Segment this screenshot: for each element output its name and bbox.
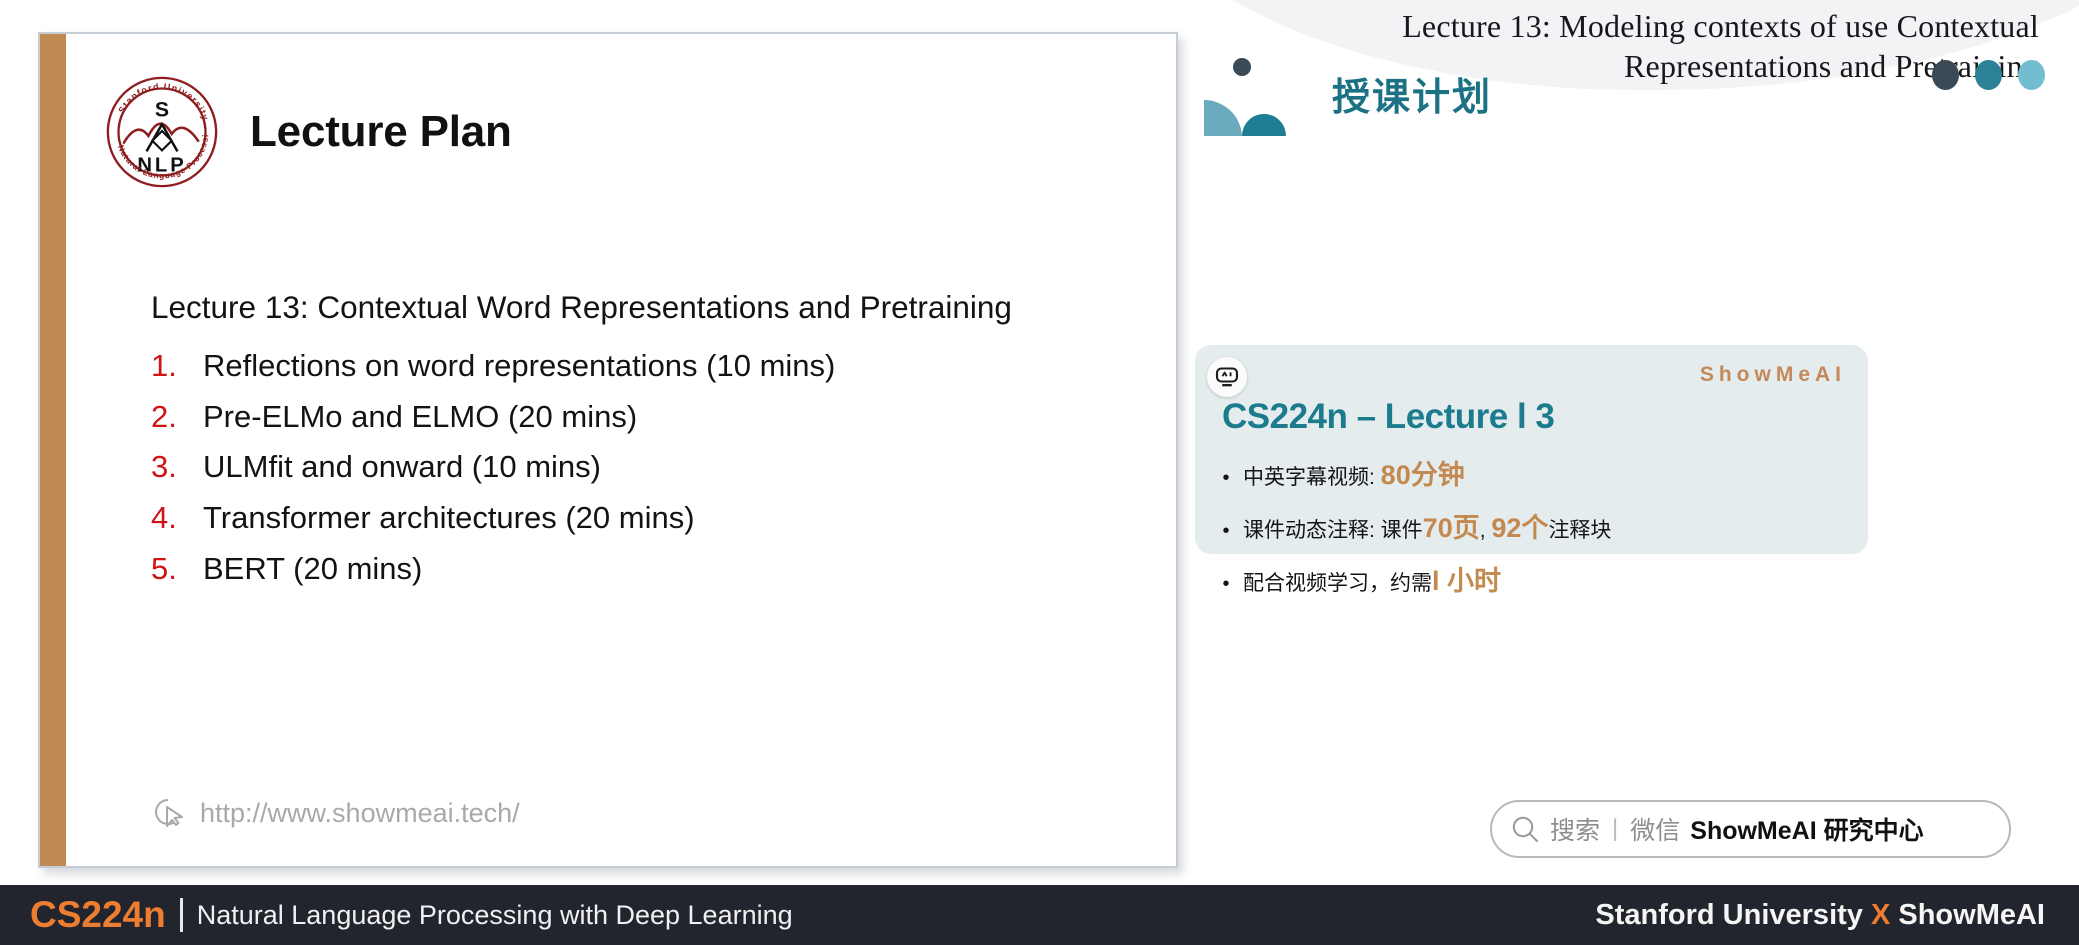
- footer-credit-right: ShowMeAI: [1898, 898, 2045, 931]
- agenda-list: 1. Reflections on word representations (…: [151, 347, 1136, 588]
- search-label: 搜索: [1550, 817, 1601, 845]
- agenda-item: 5. BERT (20 mins): [151, 550, 1136, 588]
- watermark-url: http://www.showmeai.tech/: [200, 797, 520, 828]
- footer-credits: Stanford University X ShowMeAI: [1595, 899, 2045, 932]
- ai-robot-badge: [1207, 357, 1247, 397]
- dot-icon-light: [2018, 60, 2045, 90]
- card-bullet-item: • 配合视频学习，约需l 小时: [1209, 559, 1852, 598]
- dot-icon-teal: [1975, 60, 2002, 90]
- agenda-label: Reflections on word representations (10 …: [203, 347, 836, 383]
- footer-course-name: Natural Language Processing with Deep Le…: [196, 899, 793, 930]
- card-title: CS224n – Lecture l 3: [1222, 397, 1555, 436]
- card-bullet-item: • 中英字幕视频: 80分钟: [1209, 453, 1852, 492]
- agenda-label: BERT (20 mins): [203, 551, 423, 587]
- decorative-dots: [1932, 60, 2045, 90]
- footer-credit-x: X: [1870, 898, 1891, 931]
- bullet-content: 配合视频学习，约需l 小时: [1243, 559, 1501, 598]
- agenda-item: 4. Transformer architectures (20 mins): [151, 499, 1136, 537]
- slide-footer-watermark: http://www.showmeai.tech/: [152, 796, 520, 830]
- lecture-slide: S NLP Stanford University Natural Langua…: [38, 32, 1178, 868]
- section-title: 授课计划: [1332, 77, 1493, 119]
- bullet-segment: ,: [1479, 519, 1492, 542]
- agenda-item: 1. Reflections on word representations (…: [151, 347, 1136, 385]
- bullet-segment-highlight: l 小时: [1432, 566, 1502, 596]
- stanford-nlp-logo-icon: S NLP Stanford University Natural Langua…: [104, 74, 218, 188]
- agenda-number: 1.: [151, 347, 177, 383]
- card-bullet-list: • 中英字幕视频: 80分钟 • 课件动态注释: 课件70页, 92个注释块 •…: [1209, 453, 1852, 612]
- agenda-number: 3.: [151, 449, 177, 485]
- footer-credit-left: Stanford University: [1595, 898, 1863, 931]
- agenda-number: 4.: [151, 500, 177, 536]
- agenda-item: 3. ULMfit and onward (10 mins): [151, 448, 1136, 486]
- agenda-label: Transformer architectures (20 mins): [203, 500, 695, 536]
- card-bullet-item: • 课件动态注释: 课件70页, 92个注释块: [1209, 506, 1852, 545]
- footer-divider: [179, 898, 183, 932]
- bullet-segment-highlight: 80分钟: [1380, 460, 1465, 490]
- showmeai-brand-mark: ShowMeAI: [1699, 363, 1846, 386]
- slide-canvas: S NLP Stanford University Natural Langua…: [38, 32, 1178, 868]
- agenda-number: 5.: [151, 551, 177, 587]
- annotation-panel: Lecture 13: Modeling contexts of use Con…: [1120, 0, 2079, 890]
- footer-course: CS224n Natural Language Processing with …: [30, 894, 793, 936]
- footer-bar: CS224n Natural Language Processing with …: [0, 885, 2079, 945]
- agenda-label: ULMfit and onward (10 mins): [203, 449, 601, 485]
- search-channel: 微信: [1630, 817, 1681, 845]
- bullet-dot-icon: •: [1222, 573, 1230, 595]
- cursor-pointer-icon: [155, 799, 183, 827]
- search-icon: [1512, 816, 1538, 842]
- bullet-content: 中英字幕视频: 80分钟: [1243, 453, 1465, 492]
- robot-face-icon: [1215, 367, 1239, 387]
- footer-course-code: CS224n: [30, 894, 166, 935]
- bullet-segment: 中英字幕视频:: [1243, 466, 1381, 489]
- teal-shape-decoration: [1204, 58, 1286, 136]
- bullet-segment: 课件动态注释: 课件: [1243, 519, 1423, 542]
- wechat-search-pill[interactable]: 搜索 | 微信 ShowMeAI 研究中心: [1490, 800, 2011, 858]
- bullet-segment: 注释块: [1548, 519, 1612, 542]
- lecture-subtitle: Lecture 13: Contextual Word Representati…: [151, 289, 1012, 325]
- search-account: ShowMeAI 研究中心: [1690, 817, 1924, 845]
- slide-content: S NLP Stanford University Natural Langua…: [66, 34, 1176, 866]
- slide-header: S NLP Stanford University Natural Langua…: [104, 74, 512, 190]
- slide-body: Lecture 13: Contextual Word Representati…: [151, 289, 1136, 601]
- slide-screenshot-root: S NLP Stanford University Natural Langua…: [0, 0, 2079, 945]
- slide-accent-bar: [40, 34, 66, 866]
- bullet-content: 课件动态注释: 课件70页, 92个注释块: [1243, 506, 1611, 545]
- lecture-info-card: ShowMeAI CS224n – Lecture l 3 • 中英字幕视频: …: [1195, 345, 1868, 596]
- bullet-segment-highlight: 92个: [1491, 513, 1549, 543]
- bullet-dot-icon: •: [1222, 520, 1230, 542]
- search-separator: |: [1612, 815, 1619, 842]
- agenda-label: Pre-ELMo and ELMO (20 mins): [203, 398, 638, 434]
- bullet-dot-icon: •: [1222, 467, 1230, 489]
- slide-title: Lecture Plan: [250, 107, 512, 156]
- agenda-number: 2.: [151, 398, 177, 434]
- svg-text:S: S: [155, 98, 169, 122]
- dot-icon-dark: [1932, 60, 1959, 90]
- bullet-segment: 配合视频学习，约需: [1243, 572, 1432, 595]
- agenda-item: 2. Pre-ELMo and ELMO (20 mins): [151, 398, 1136, 436]
- bullet-segment-highlight: 70页: [1422, 513, 1480, 543]
